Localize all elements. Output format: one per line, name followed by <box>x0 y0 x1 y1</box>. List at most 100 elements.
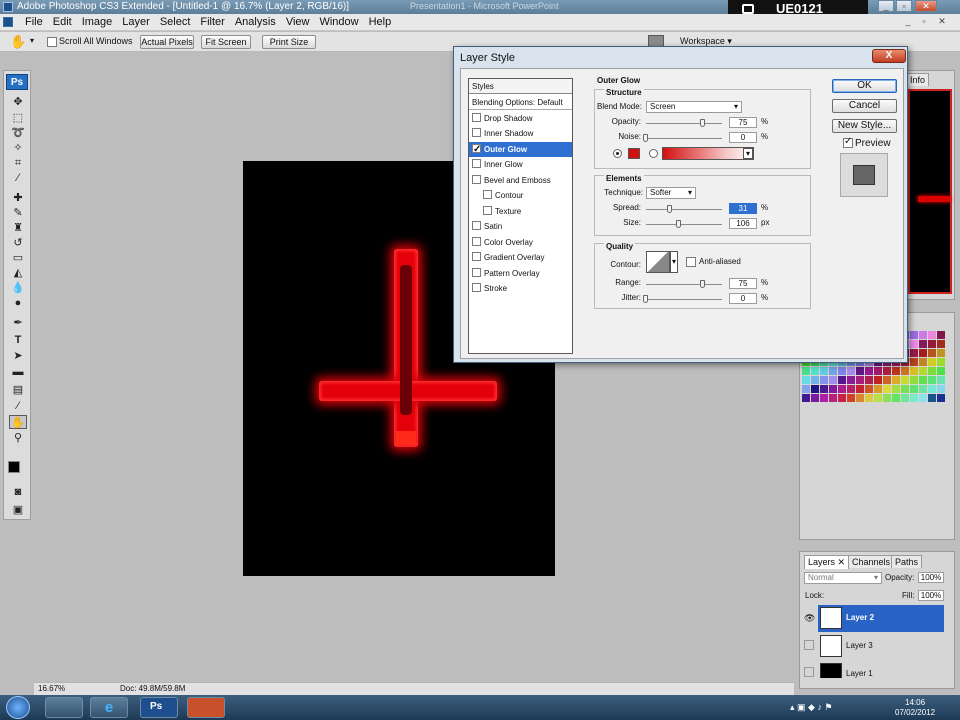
color-swatch[interactable] <box>928 385 936 393</box>
menu-file[interactable]: File <box>20 16 48 28</box>
type-tool-icon[interactable]: T <box>9 333 27 347</box>
clone-stamp-tool-icon[interactable]: ♜ <box>9 221 27 235</box>
preview-checkbox[interactable] <box>843 136 853 148</box>
dialog-close-button[interactable]: X <box>872 49 906 63</box>
color-swatch[interactable] <box>820 376 828 384</box>
layer-opacity-input[interactable]: 100% <box>918 572 944 583</box>
spread-input[interactable]: 31 <box>729 203 757 214</box>
scroll-all-windows-checkbox[interactable] <box>47 37 57 47</box>
style-item-checkbox[interactable] <box>472 221 481 230</box>
gradient-picker[interactable] <box>662 147 754 160</box>
jitter-input[interactable]: 0 <box>729 293 757 304</box>
color-swatch[interactable] <box>901 394 909 402</box>
style-item-checkbox[interactable] <box>472 174 481 184</box>
color-swatch[interactable] <box>811 394 819 402</box>
color-swatch[interactable] <box>883 394 891 402</box>
color-swatch[interactable] <box>802 367 810 375</box>
style-item[interactable]: Drop Shadow <box>469 111 572 126</box>
menu-image[interactable]: Image <box>77 16 118 28</box>
shape-tool-icon[interactable]: ▬ <box>9 365 27 379</box>
layer-3-visibility-icon[interactable] <box>804 640 814 650</box>
color-swatch[interactable] <box>937 385 945 393</box>
style-item[interactable]: Stroke <box>469 281 572 296</box>
marquee-tool-icon[interactable]: ⬚ <box>9 111 27 125</box>
color-swatch[interactable] <box>829 385 837 393</box>
style-item[interactable]: Outer Glow <box>469 141 572 157</box>
magic-wand-tool-icon[interactable]: ✧ <box>9 141 27 155</box>
taskbar-photoshop-item[interactable]: Ps <box>140 697 178 718</box>
gradient-dropdown-icon[interactable]: ▾ <box>743 148 753 159</box>
ok-button[interactable]: OK <box>832 79 897 93</box>
color-swatch[interactable] <box>865 394 873 402</box>
style-item-checkbox[interactable] <box>472 267 481 277</box>
style-item[interactable]: Pattern Overlay <box>469 266 572 281</box>
minimize-icon[interactable]: _ <box>878 0 894 12</box>
contour-dropdown-icon[interactable]: ▾ <box>670 251 678 273</box>
menu-layer[interactable]: Layer <box>117 16 155 28</box>
size-slider[interactable] <box>646 224 722 225</box>
quick-mask-icon[interactable]: ◙ <box>9 485 27 499</box>
info-tab[interactable]: Info <box>906 73 930 86</box>
color-swatch[interactable] <box>820 385 828 393</box>
color-swatch[interactable] <box>892 394 900 402</box>
color-swatch[interactable] <box>856 394 864 402</box>
size-input[interactable]: 106 <box>729 218 757 229</box>
color-swatch[interactable] <box>928 331 936 339</box>
style-item-checkbox[interactable] <box>472 283 481 292</box>
color-swatch[interactable] <box>919 376 927 384</box>
technique-select[interactable]: Softer <box>646 187 696 199</box>
opacity-input[interactable]: 75 <box>729 117 757 128</box>
color-swatch[interactable] <box>937 367 945 375</box>
blend-mode-select[interactable]: Screen <box>646 101 742 113</box>
color-swatch[interactable] <box>874 394 882 402</box>
eraser-tool-icon[interactable]: ▭ <box>9 251 27 265</box>
hand-tool-icon[interactable]: ✋ <box>9 415 27 429</box>
layer-1-visibility-icon[interactable] <box>804 667 814 677</box>
color-swatch[interactable] <box>910 394 918 402</box>
color-swatch[interactable] <box>856 376 864 384</box>
opacity-slider-thumb[interactable] <box>700 119 705 127</box>
cancel-button[interactable]: Cancel <box>832 99 897 113</box>
color-swatch[interactable] <box>847 367 855 375</box>
tray-icons[interactable]: ▴ ▣ ◆ ♪ ⚑ <box>790 702 833 713</box>
style-item-checkbox[interactable] <box>472 128 481 137</box>
history-brush-tool-icon[interactable]: ↺ <box>9 236 27 250</box>
style-item[interactable]: Blending Options: Default <box>469 95 572 110</box>
fit-screen-button[interactable]: Fit Screen <box>201 35 251 49</box>
color-swatch[interactable] <box>892 385 900 393</box>
color-swatch[interactable] <box>937 349 945 357</box>
color-swatch[interactable] <box>919 331 927 339</box>
size-slider-thumb[interactable] <box>675 220 681 228</box>
gradient-radio[interactable] <box>649 149 658 158</box>
menu-edit[interactable]: Edit <box>48 16 77 28</box>
range-slider[interactable] <box>646 284 722 285</box>
color-swatch[interactable] <box>919 367 927 375</box>
range-slider-thumb[interactable] <box>700 280 705 288</box>
color-swatch[interactable] <box>937 376 945 384</box>
color-swatch[interactable] <box>928 394 936 402</box>
spread-slider[interactable] <box>646 209 722 210</box>
styles-header[interactable]: Styles <box>469 79 572 94</box>
path-selection-tool-icon[interactable]: ➤ <box>9 349 27 363</box>
color-swatch[interactable] <box>874 367 882 375</box>
color-swatch[interactable] <box>928 349 936 357</box>
close-window-icon[interactable]: ✕ <box>915 0 937 12</box>
color-swatch[interactable] <box>892 376 900 384</box>
color-swatch[interactable] <box>838 385 846 393</box>
color-swatch[interactable] <box>883 367 891 375</box>
actual-pixels-button[interactable]: Actual Pixels <box>140 35 194 49</box>
start-button[interactable] <box>6 696 30 719</box>
blur-tool-icon[interactable]: 💧 <box>9 281 27 295</box>
glow-color-swatch[interactable] <box>628 148 640 159</box>
color-swatch[interactable] <box>937 358 945 366</box>
hand-tool-icon[interactable]: ✋ <box>10 34 26 50</box>
style-item[interactable]: Inner Glow <box>469 157 572 172</box>
color-swatch[interactable] <box>919 349 927 357</box>
style-item-checkbox[interactable] <box>472 252 481 261</box>
brush-tool-icon[interactable]: ✎ <box>9 206 27 220</box>
color-swatch[interactable] <box>847 385 855 393</box>
color-swatch[interactable] <box>937 340 945 348</box>
print-size-button[interactable]: Print Size <box>262 35 316 49</box>
noise-slider[interactable] <box>646 138 722 139</box>
color-swatch[interactable] <box>910 358 918 366</box>
